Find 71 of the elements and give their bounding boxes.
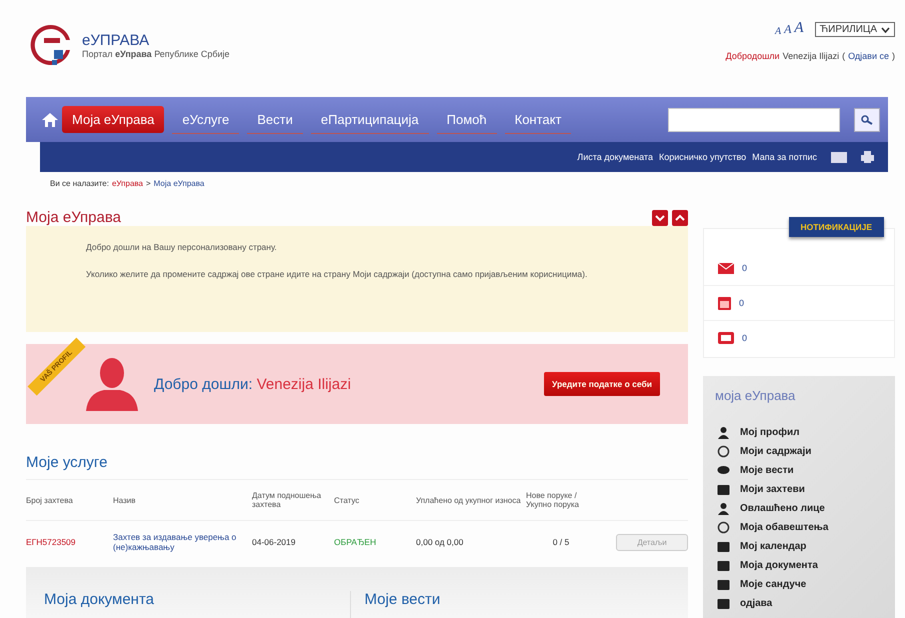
sub-nav-link[interactable]: Листа докумената <box>577 152 653 162</box>
expand-icon[interactable] <box>672 210 688 226</box>
table-cell-text: 0 / 5 <box>552 537 570 547</box>
sidebar-menu-item[interactable]: одјава <box>740 598 772 609</box>
welcome-label: Добродошли <box>726 51 780 61</box>
ticket-icon[interactable] <box>718 332 734 344</box>
sidebar-menu-item[interactable]: Моје вести <box>740 465 794 476</box>
nav-tab[interactable]: Помоћ <box>436 106 497 134</box>
column-header: Уплаћено од укупног износа <box>416 496 522 504</box>
parenthesis: ( <box>842 51 846 61</box>
profile-greeting: Добро дошли: <box>154 376 253 392</box>
font-size-link[interactable]: A <box>784 22 792 37</box>
sidebar-menu-item[interactable]: Моје сандуче <box>740 579 806 590</box>
font-size-link[interactable]: A <box>794 20 804 37</box>
table-cell-text: 04-06-2019 <box>252 537 296 547</box>
home-icon[interactable] <box>42 112 58 126</box>
column-header: Назив <box>113 496 137 504</box>
logout-link[interactable]: Одјави се <box>848 51 889 61</box>
user-avatar-icon <box>86 357 138 411</box>
section-title: Моје услуге <box>26 454 688 480</box>
status-cell-text: ОБРАЂЕН <box>334 537 378 547</box>
nav-tab[interactable]: Вести <box>247 106 303 134</box>
breadcrumb-separator: > <box>146 179 151 190</box>
sidebar-menu-item[interactable]: Моја обавештења <box>740 522 828 533</box>
breadcrumb-link[interactable]: Моја еУправа <box>154 179 204 208</box>
sidebar-menu-item[interactable]: Моја документа <box>740 560 818 571</box>
breadcrumb-link[interactable]: еУправа <box>112 179 143 208</box>
search-field[interactable] <box>668 108 840 132</box>
intro-paragraph: Уколико желите да промените садржај ове стране идите на страну Моји садржаји (доступна само пријављеним корисницима). <box>85 269 588 279</box>
language-select[interactable]: ЋИРИЛИЦА <box>814 22 895 37</box>
profile-name: Venezija Ilijazi <box>256 376 351 392</box>
person-icon <box>717 502 730 515</box>
notifications-button[interactable]: НОТИФИКАЦИЈЕ <box>788 217 884 237</box>
column-header: Број захтева <box>26 496 74 504</box>
dropdown-caret-icon <box>881 26 890 32</box>
envelope-icon[interactable] <box>718 262 734 274</box>
column-header: Нове поруке / Укупно порука <box>526 491 580 509</box>
sidebar-menu-item[interactable]: Мој календар <box>740 541 806 552</box>
sub-nav-link[interactable]: Корисничко упутство <box>658 152 746 162</box>
request-name-link[interactable]: Захтев за издавање уверења о (не)кажњавању <box>113 532 252 552</box>
column-header: Датум подношења захтева <box>252 491 322 509</box>
intro-paragraph: Добро дошли на Вашу персонализовану страну. <box>85 242 278 252</box>
user-name: Venezija Ilijazi <box>782 51 840 61</box>
font-size-link[interactable]: A <box>774 26 782 37</box>
collapse-icon[interactable] <box>652 210 668 226</box>
column-header: Статус <box>334 496 360 504</box>
edit-profile-button[interactable]: Уредите податке о себи <box>544 372 660 396</box>
search-icon <box>861 114 873 124</box>
parenthesis: ) <box>892 51 895 61</box>
sidebar-menu-item[interactable]: Моји садржаји <box>740 446 812 457</box>
logo-subtitle: Портал еУправа Републике Србије <box>82 49 230 59</box>
notification-count: 0 <box>739 298 744 308</box>
sidebar-menu-item[interactable]: Моји захтеви <box>740 484 805 495</box>
table-cell-text: 0,00 од 0,00 <box>416 537 464 547</box>
section-title: Моје вести <box>364 591 440 608</box>
nav-tab[interactable]: еПартиципација <box>310 106 429 134</box>
section-title: Моја еУправа <box>26 209 121 226</box>
nav-tab[interactable]: Моја еУправа <box>62 106 164 133</box>
breadcrumb-label: Ви се налазите: <box>50 179 109 190</box>
section-title: Моја документа <box>44 591 154 608</box>
sidebar-title: моја еУправа <box>715 388 796 403</box>
request-number[interactable]: ЕГН5723509 <box>26 537 113 547</box>
logo-title: еУПРАВА <box>82 32 150 49</box>
sidebar-menu-item[interactable]: Мој профил <box>740 427 800 438</box>
search-button[interactable] <box>854 108 880 132</box>
sub-nav-link[interactable]: Мапа за потпис <box>752 152 817 162</box>
sidebar-menu-item[interactable]: Овлашћено лице <box>740 503 825 514</box>
nav-tab[interactable]: Контакт <box>504 106 572 134</box>
notification-count: 0 <box>742 263 748 273</box>
notification-count: 0 <box>742 333 748 343</box>
nav-tab[interactable]: еУслуге <box>172 106 240 134</box>
